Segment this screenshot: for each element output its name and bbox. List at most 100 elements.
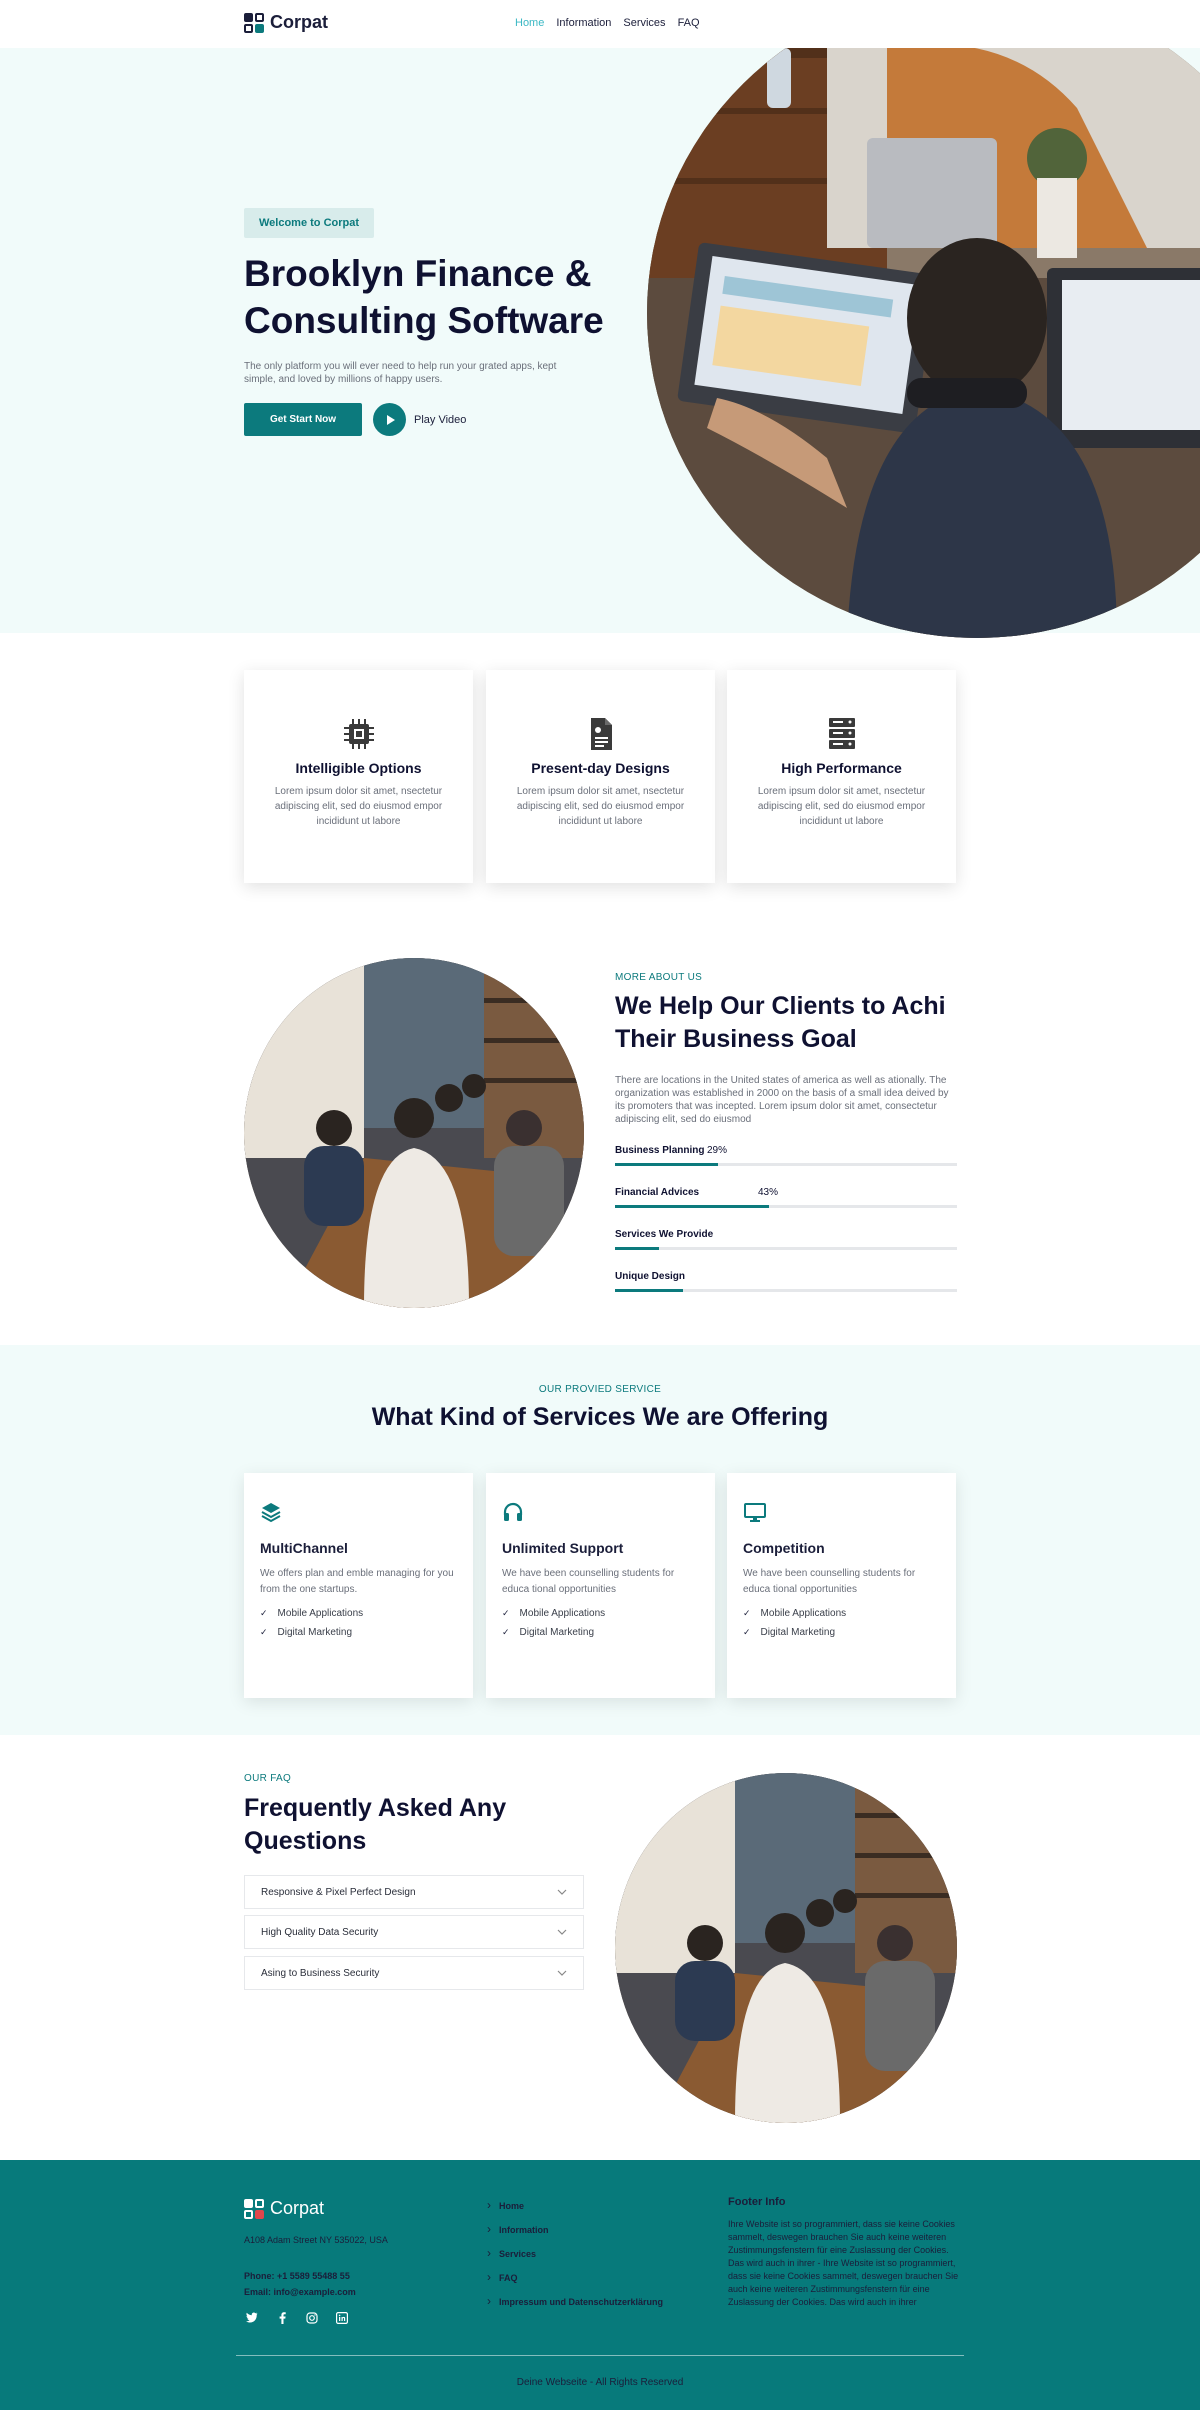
check-icon: ✓ <box>260 1608 268 1618</box>
linkedin-icon[interactable] <box>336 2312 349 2327</box>
skill-label: Unique Design <box>615 1271 686 1282</box>
footer-phone: Phone: +1 5589 55488 55 <box>244 2271 350 2281</box>
logo-icon <box>244 2198 264 2219</box>
skill-label: Business Planning <box>615 1145 705 1156</box>
faq-eyebrow: OUR FAQ <box>244 1773 292 1784</box>
skill-bar: Business Planning 29% <box>615 1145 957 1166</box>
feature-title: Present-day Designs <box>531 760 670 776</box>
skill-track <box>615 1163 957 1166</box>
welcome-badge: Welcome to Corpat <box>244 208 374 238</box>
footer-divider <box>236 2355 964 2356</box>
play-video-label: Play Video <box>414 413 467 426</box>
hero-subtitle: The only platform you will ever need to … <box>244 361 557 385</box>
nav-home[interactable]: Home <box>515 17 544 29</box>
monitor-icon <box>743 1501 940 1528</box>
skill-label: Financial Advices <box>615 1187 700 1198</box>
skill-label: Services We Provide <box>615 1229 714 1240</box>
copyright: Deine Webseite - All Rights Reserved <box>516 2377 684 2388</box>
footer-link-faq[interactable]: FAQ <box>487 2266 663 2290</box>
hero-section: Welcome to Corpat Brooklyn Finance & Con… <box>0 0 1200 638</box>
faq-question: High Quality Data Security <box>261 1926 379 1938</box>
check-icon: ✓ <box>743 1608 751 1618</box>
services-eyebrow: OUR PROVIED SERVICE <box>538 1384 662 1395</box>
feature-title: Intelligible Options <box>295 760 422 776</box>
service-title: Competition <box>743 1540 825 1556</box>
skill-percent: 29% <box>707 1145 728 1156</box>
faq-item[interactable]: Asing to Business Security <box>244 1956 584 1990</box>
footer-link-home[interactable]: Home <box>487 2194 663 2218</box>
chevron-down-icon <box>557 1927 567 1938</box>
list-item: ✓ Digital Marketing <box>260 1627 353 1638</box>
headphones-icon <box>502 1501 699 1528</box>
footer-contact: Phone: +1 5589 55488 55 Email: info@exam… <box>244 2268 356 2300</box>
feature-card: Present-day Designs Lorem ipsum dolor si… <box>486 670 715 883</box>
faq-image <box>615 1773 957 2123</box>
faq-question: Responsive & Pixel Perfect Design <box>261 1886 416 1898</box>
skill-track <box>615 1205 957 1208</box>
faq-title: Frequently Asked Any Questions <box>244 1794 507 1855</box>
footer-address: A108 Adam Street NY 535022, USA <box>244 2235 388 2245</box>
skill-bar: Financial Advices 43% <box>615 1187 957 1208</box>
hero-title: Brooklyn Finance & Consulting Software <box>244 253 604 341</box>
check-icon: ✓ <box>502 1608 510 1618</box>
feature-card: Intelligible Options Lorem ipsum dolor s… <box>244 670 473 883</box>
feature-text: Lorem ipsum dolor sit amet, nsectetur ad… <box>274 786 443 827</box>
instagram-icon[interactable] <box>306 2312 318 2327</box>
social-links <box>246 2312 349 2327</box>
services-title: What Kind of Services We are Offering <box>371 1403 829 1431</box>
service-card: MultiChannel We offers plan and emble ma… <box>244 1473 473 1698</box>
skill-fill <box>615 1289 684 1292</box>
footer-info-title: Footer Info <box>728 2196 786 2208</box>
twitter-icon[interactable] <box>246 2312 258 2327</box>
document-icon <box>583 716 619 752</box>
feature-title: High Performance <box>781 760 902 776</box>
about-text: There are locations in the United states… <box>615 1075 949 1125</box>
footer-logo[interactable]: Corpat <box>244 2198 324 2219</box>
nav-services[interactable]: Services <box>623 17 665 29</box>
list-item: ✓ Mobile Applications <box>260 1608 364 1619</box>
feature-card: High Performance Lorem ipsum dolor sit a… <box>727 670 956 883</box>
list-item: ✓ Mobile Applications <box>743 1608 847 1619</box>
get-started-button[interactable]: Get Start Now <box>244 403 362 436</box>
layers-icon <box>260 1501 457 1528</box>
about-title: We Help Our Clients to Achi Their Busine… <box>615 992 946 1053</box>
faq-item[interactable]: Responsive & Pixel Perfect Design <box>244 1875 584 1909</box>
faq-item[interactable]: High Quality Data Security <box>244 1915 584 1949</box>
feature-text: Lorem ipsum dolor sit amet, nsectetur ad… <box>516 786 685 827</box>
facebook-icon[interactable] <box>276 2312 288 2327</box>
service-title: MultiChannel <box>260 1540 348 1556</box>
chevron-down-icon <box>557 1887 567 1898</box>
skill-bar: Services We Provide <box>615 1229 957 1250</box>
list-item: ✓ Digital Marketing <box>743 1627 836 1638</box>
logo-icon <box>244 12 264 33</box>
service-text: We have been counselling students for ed… <box>743 1568 916 1595</box>
footer-email[interactable]: Email: info@example.com <box>244 2284 356 2300</box>
footer-link-services[interactable]: Services <box>487 2242 663 2266</box>
skill-percent: 43% <box>758 1187 779 1198</box>
service-text: We have been counselling students for ed… <box>502 1568 675 1595</box>
faq-question: Asing to Business Security <box>261 1967 380 1979</box>
skill-fill <box>615 1247 660 1250</box>
about-eyebrow: MORE ABOUT US <box>615 972 703 983</box>
about-image <box>244 958 584 1308</box>
footer-logo-text: Corpat <box>270 2198 325 2218</box>
check-icon: ✓ <box>743 1627 751 1637</box>
footer-link-impressum[interactable]: Impressum und Datenschutzerklärung <box>487 2290 663 2314</box>
check-icon: ✓ <box>260 1627 268 1637</box>
hero-image <box>647 0 1200 638</box>
logo[interactable]: Corpat <box>244 12 328 33</box>
service-card: Unlimited Support We have been counselli… <box>486 1473 715 1698</box>
footer-link-information[interactable]: Information <box>487 2218 663 2242</box>
nav-faq[interactable]: FAQ <box>678 17 700 29</box>
service-card: Competition We have been counselling stu… <box>727 1473 956 1698</box>
feature-text: Lorem ipsum dolor sit amet, nsectetur ad… <box>757 786 926 827</box>
main-nav: Home Information Services FAQ <box>515 17 700 29</box>
service-text: We offers plan and emble managing for yo… <box>260 1568 454 1595</box>
chevron-down-icon <box>557 1968 567 1979</box>
nav-information[interactable]: Information <box>556 17 611 29</box>
play-video-button[interactable]: Play Video <box>373 403 466 436</box>
skill-track <box>615 1289 957 1292</box>
skill-fill <box>615 1205 769 1208</box>
server-icon <box>824 716 860 752</box>
skill-bar: Unique Design <box>615 1271 957 1292</box>
